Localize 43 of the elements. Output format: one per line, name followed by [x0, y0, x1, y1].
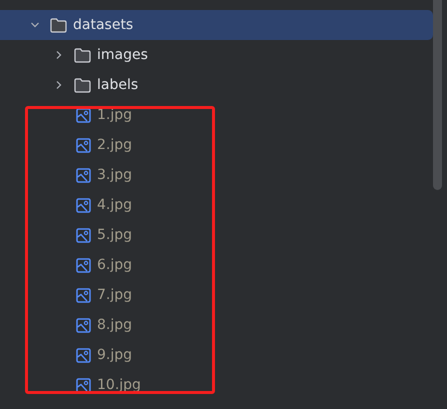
file-name: 2.jpg	[97, 137, 132, 153]
image-file-icon	[76, 108, 91, 122]
image-file-icon	[76, 168, 91, 182]
image-file-icon	[76, 378, 91, 392]
folder-icon	[50, 18, 67, 32]
file-name: 4.jpg	[97, 197, 132, 213]
chevron-icon[interactable]	[54, 50, 64, 60]
file-name: images	[97, 47, 148, 63]
scrollbar[interactable]	[433, 0, 442, 190]
image-file-icon	[76, 288, 91, 302]
tree-item[interactable]: 6.jpg	[0, 250, 433, 280]
tree-item[interactable]: 1.jpg	[0, 100, 433, 130]
tree-item[interactable]: 5.jpg	[0, 220, 433, 250]
tree-item[interactable]: 7.jpg	[0, 280, 433, 310]
folder-icon	[74, 48, 91, 62]
file-name: datasets	[73, 17, 134, 33]
tree-item[interactable]: 9.jpg	[0, 340, 433, 370]
tree-item[interactable]: 3.jpg	[0, 160, 433, 190]
file-name: 3.jpg	[97, 167, 132, 183]
file-name: 8.jpg	[97, 317, 132, 333]
tree-item[interactable]: 2.jpg	[0, 130, 433, 160]
tree-item[interactable]: datasets	[0, 10, 433, 40]
file-name: 1.jpg	[97, 107, 132, 123]
file-name: 10.jpg	[97, 377, 141, 393]
tree-item[interactable]: 10.jpg	[0, 370, 433, 400]
chevron-icon[interactable]	[54, 80, 64, 90]
file-name: 6.jpg	[97, 257, 132, 273]
tree-item[interactable]: 4.jpg	[0, 190, 433, 220]
image-file-icon	[76, 198, 91, 212]
file-name: 7.jpg	[97, 287, 132, 303]
tree-item[interactable]: images	[0, 40, 433, 70]
image-file-icon	[76, 228, 91, 242]
image-file-icon	[76, 348, 91, 362]
folder-icon	[74, 78, 91, 92]
chevron-icon[interactable]	[30, 20, 40, 30]
image-file-icon	[76, 258, 91, 272]
file-name: labels	[97, 77, 138, 93]
tree-item[interactable]: 8.jpg	[0, 310, 433, 340]
file-name: 5.jpg	[97, 227, 132, 243]
file-name: 9.jpg	[97, 347, 132, 363]
tree-item[interactable]: labels	[0, 70, 433, 100]
image-file-icon	[76, 318, 91, 332]
image-file-icon	[76, 138, 91, 152]
